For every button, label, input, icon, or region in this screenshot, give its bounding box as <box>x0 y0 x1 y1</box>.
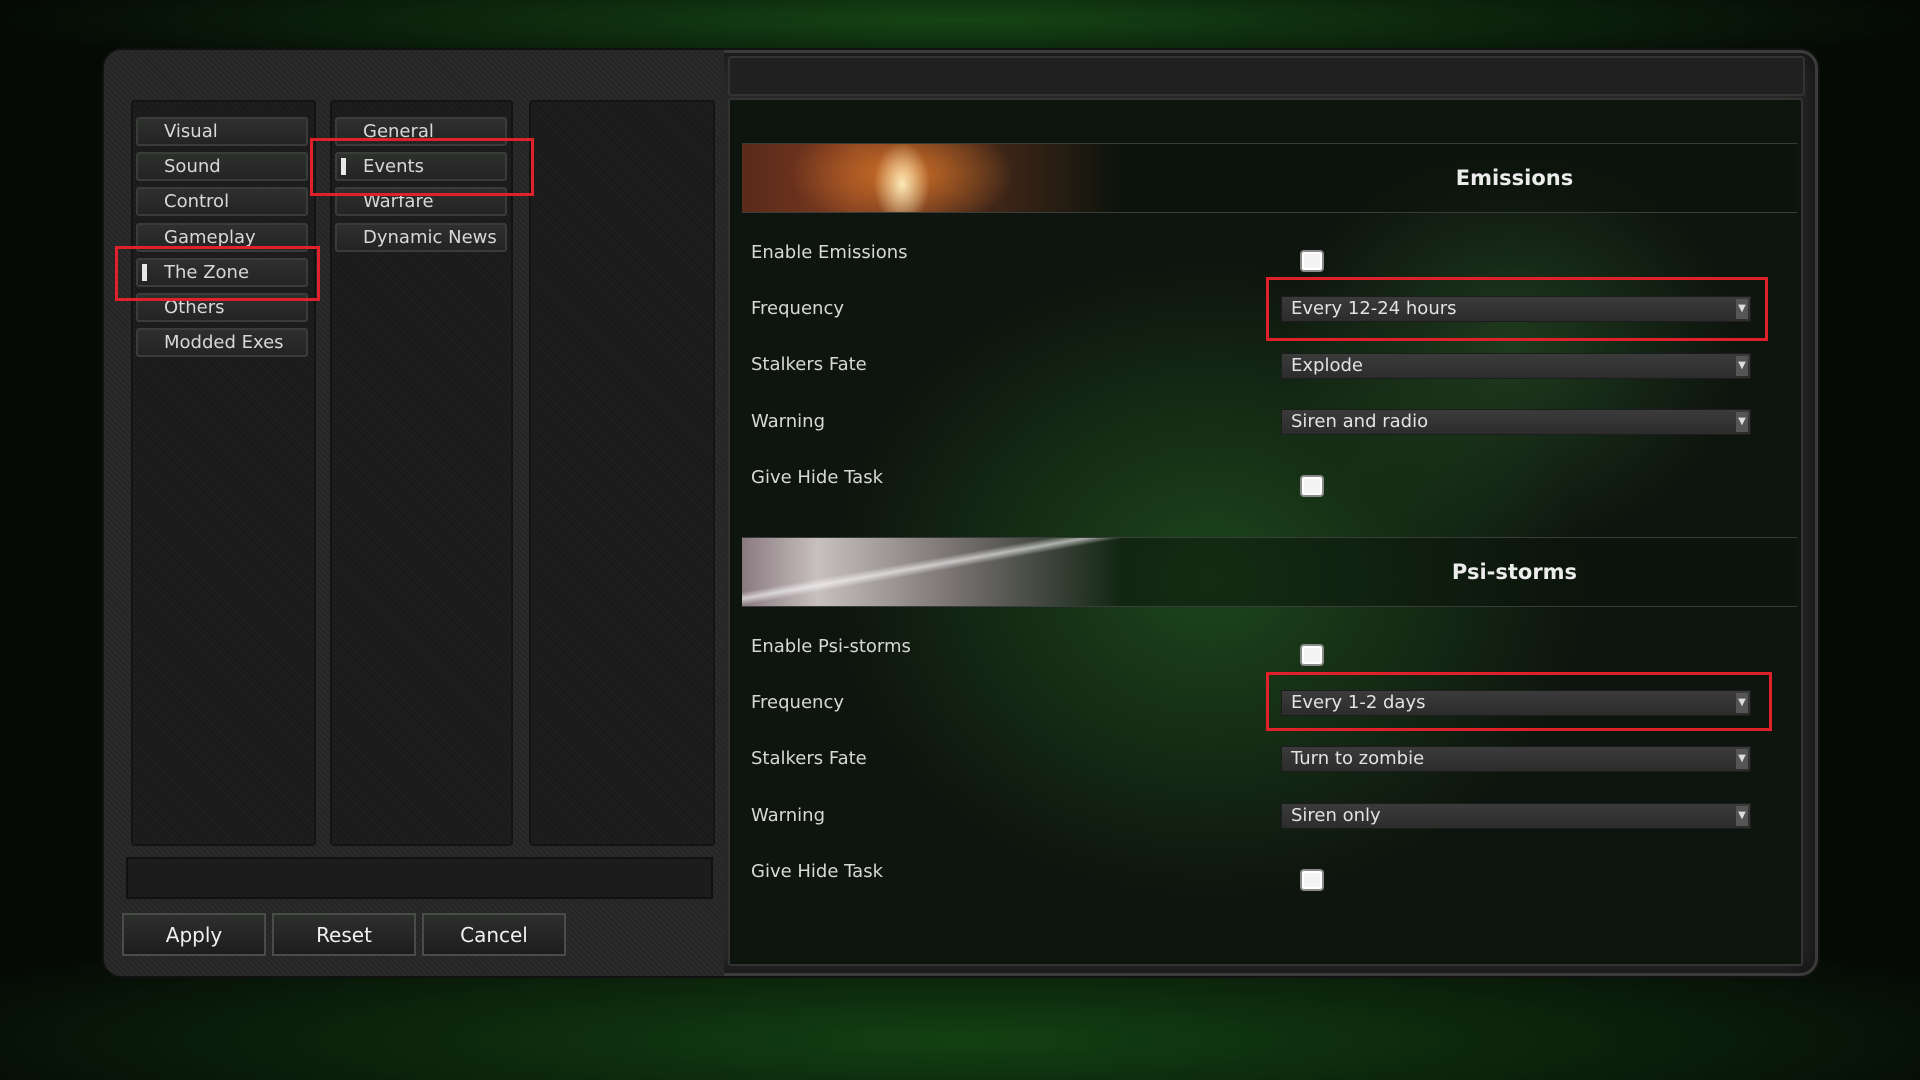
dropdown-value: Siren only <box>1291 805 1381 826</box>
menu-item-dynamic-news[interactable]: Dynamic News <box>335 223 507 252</box>
menu-item-modded-exes[interactable]: Modded Exes <box>136 328 308 357</box>
psi-warning-dropdown[interactable]: Siren only ▼ <box>1281 803 1751 829</box>
psi-hide-task-label: Give Hide Task <box>751 861 884 882</box>
chevron-down-icon: ▼ <box>1736 749 1748 769</box>
menu-item-sound[interactable]: Sound <box>136 152 308 181</box>
status-bar <box>126 857 713 899</box>
settings-panel <box>728 98 1803 966</box>
psi-hide-task-checkbox[interactable] <box>1300 869 1324 891</box>
menu-item-label: Gameplay <box>164 227 256 248</box>
emissions-hide-task-label: Give Hide Task <box>751 467 884 488</box>
menu-item-control[interactable]: Control <box>136 187 308 216</box>
enable-psi-storms-label: Enable Psi-storms <box>751 636 911 657</box>
dropdown-value: Turn to zombie <box>1291 748 1425 769</box>
psi-frequency-dropdown[interactable]: Every 1-2 days ▼ <box>1281 690 1751 716</box>
section-title: Emissions <box>1455 166 1574 190</box>
menu-item-label: Sound <box>164 156 221 177</box>
menu-item-general[interactable]: General <box>335 117 507 146</box>
chevron-down-icon: ▼ <box>1736 356 1748 376</box>
emissions-frequency-dropdown[interactable]: Every 12-24 hours ▼ <box>1281 296 1751 322</box>
menu-item-events[interactable]: Events <box>335 152 507 181</box>
cancel-button[interactable]: Cancel <box>422 913 566 956</box>
dropdown-value: Every 1-2 days <box>1291 692 1426 713</box>
menu-item-label: Dynamic News <box>363 227 497 248</box>
psi-storms-header: Psi-storms <box>742 537 1797 607</box>
dropdown-value: Siren and radio <box>1291 411 1429 432</box>
psi-warning-label: Warning <box>751 805 826 826</box>
menu-item-label: Control <box>164 191 230 212</box>
enable-emissions-label: Enable Emissions <box>751 242 908 263</box>
emissions-frequency-label: Frequency <box>751 298 844 319</box>
emissions-header: Emissions <box>742 143 1797 213</box>
empty-column <box>529 100 715 846</box>
enable-emissions-checkbox[interactable] <box>1300 250 1324 272</box>
chevron-down-icon: ▼ <box>1736 412 1748 432</box>
dropdown-value: Every 12-24 hours <box>1291 298 1457 319</box>
emissions-warning-label: Warning <box>751 411 826 432</box>
menu-item-label: Others <box>164 297 225 318</box>
emissions-fate-label: Stalkers Fate <box>751 354 867 375</box>
section-title: Psi-storms <box>1451 560 1578 584</box>
enable-psi-storms-checkbox[interactable] <box>1300 644 1324 666</box>
menu-item-label: Visual <box>164 121 218 142</box>
apply-button[interactable]: Apply <box>122 913 266 956</box>
menu-item-label: Warfare <box>363 191 434 212</box>
chevron-down-icon: ▼ <box>1736 806 1748 826</box>
menu-item-label: The Zone <box>164 262 250 283</box>
reset-button[interactable]: Reset <box>272 913 416 956</box>
menu-item-warfare[interactable]: Warfare <box>335 187 507 216</box>
emissions-warning-dropdown[interactable]: Siren and radio ▼ <box>1281 409 1751 435</box>
menu-item-label: Events <box>363 156 424 177</box>
chevron-down-icon: ▼ <box>1736 693 1748 713</box>
emissions-fate-dropdown[interactable]: Explode ▼ <box>1281 353 1751 379</box>
menu-item-label: Modded Exes <box>164 332 284 353</box>
menu-item-label: General <box>363 121 434 142</box>
menu-item-the-zone[interactable]: The Zone <box>136 258 308 287</box>
selected-marker <box>341 158 346 175</box>
psi-fate-label: Stalkers Fate <box>751 748 867 769</box>
chevron-down-icon: ▼ <box>1736 299 1748 319</box>
psi-fate-dropdown[interactable]: Turn to zombie ▼ <box>1281 746 1751 772</box>
menu-item-visual[interactable]: Visual <box>136 117 308 146</box>
dropdown-value: Explode <box>1291 355 1363 376</box>
psi-frequency-label: Frequency <box>751 692 844 713</box>
menu-item-others[interactable]: Others <box>136 293 308 322</box>
selected-marker <box>142 264 147 281</box>
menu-item-gameplay[interactable]: Gameplay <box>136 223 308 252</box>
panel-header-bar <box>728 56 1805 96</box>
emissions-hide-task-checkbox[interactable] <box>1300 475 1324 497</box>
